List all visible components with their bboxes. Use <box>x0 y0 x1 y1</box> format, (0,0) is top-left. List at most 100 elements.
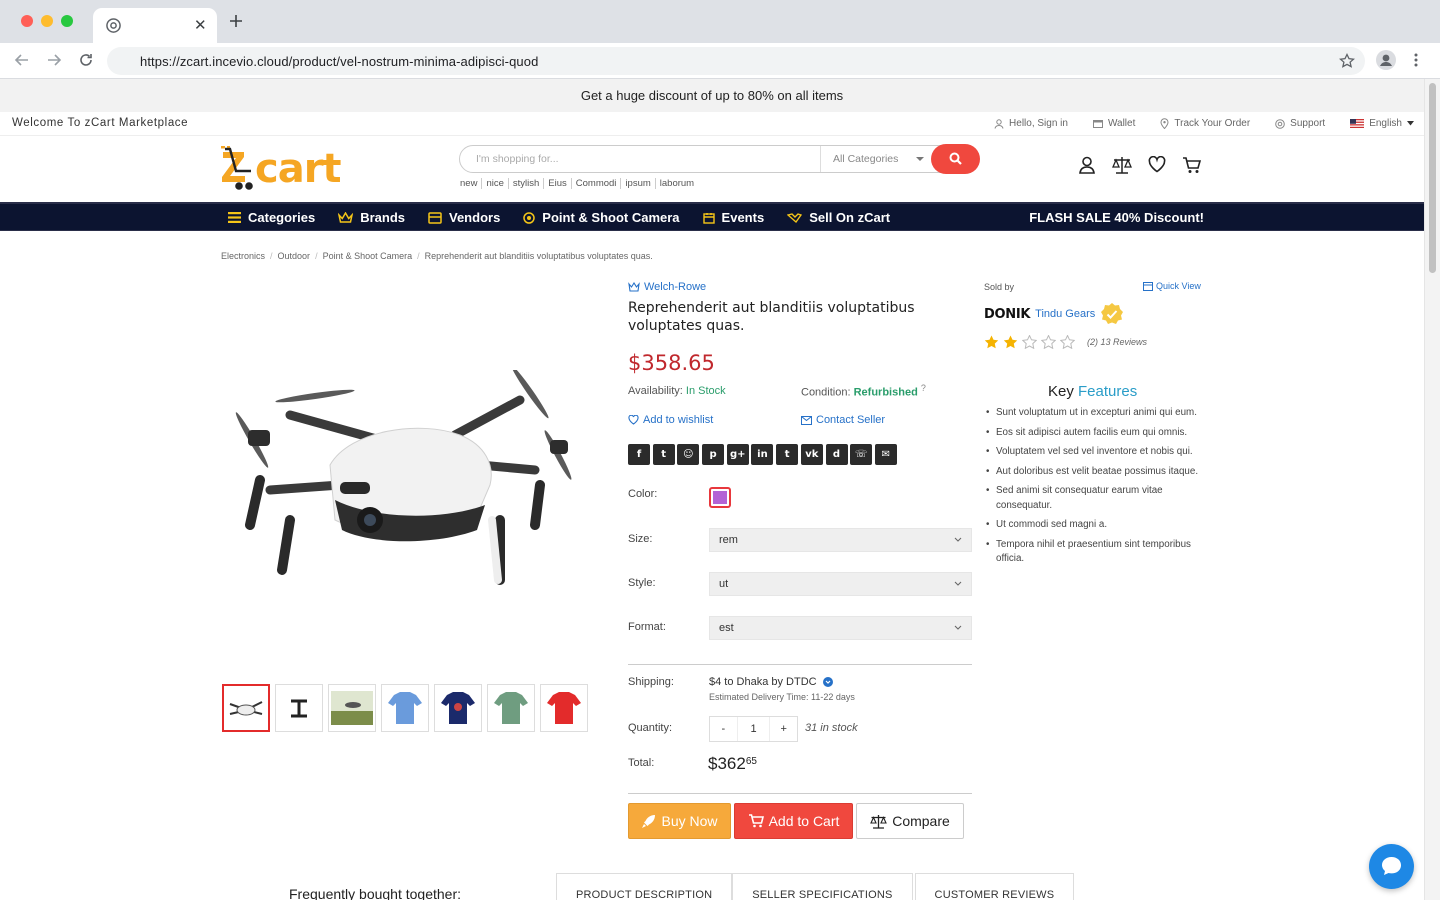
search-tag[interactable]: nice <box>481 178 507 189</box>
compare-icon[interactable] <box>1112 156 1132 174</box>
compare-button[interactable]: Compare <box>856 803 964 839</box>
breadcrumb-item[interactable]: Outdoor <box>278 251 311 261</box>
color-swatch[interactable] <box>709 487 731 508</box>
key-features-title: Key Features <box>1048 383 1138 400</box>
nav-brands[interactable]: Brands <box>338 210 405 225</box>
reddit-icon[interactable]: ☺ <box>677 444 700 465</box>
facebook-icon[interactable]: f <box>628 444 650 465</box>
vk-icon[interactable]: vk <box>800 444 823 465</box>
thumbnail-image[interactable] <box>381 684 429 732</box>
format-select[interactable]: est <box>709 616 972 640</box>
tab-seller-specifications[interactable]: SELLER SPECIFICATIONS <box>732 873 913 900</box>
profile-avatar-icon[interactable] <box>1376 50 1396 70</box>
quantity-increase-button[interactable]: + <box>770 717 797 741</box>
wallet-link[interactable]: Wallet <box>1092 118 1135 129</box>
search-tag[interactable]: laborum <box>654 178 698 189</box>
cart-icon[interactable] <box>1182 156 1201 174</box>
add-to-cart-button[interactable]: Add to Cart <box>734 803 853 839</box>
nav-sell[interactable]: Sell On zCart <box>787 210 890 225</box>
search-tag[interactable]: Eius <box>543 178 570 189</box>
browser-tab[interactable]: ✕ <box>93 8 217 43</box>
signin-link[interactable]: Hello, Sign in <box>994 118 1068 129</box>
maximize-window-button[interactable] <box>61 15 73 27</box>
thumbnail-image[interactable] <box>222 684 270 732</box>
new-tab-icon[interactable] <box>229 14 243 28</box>
product-main-image[interactable] <box>230 370 580 600</box>
track-order-link[interactable]: Track Your Order <box>1160 118 1250 129</box>
category-select[interactable]: All Categories <box>820 146 932 172</box>
flash-sale-link[interactable]: FLASH SALE 40% Discount! <box>1029 210 1204 225</box>
search-tag[interactable]: new <box>459 178 481 189</box>
google-plus-icon[interactable]: g+ <box>726 444 749 465</box>
quantity-decrease-button[interactable]: - <box>710 717 737 741</box>
thumbnail-image[interactable] <box>275 684 323 732</box>
whatsapp-icon[interactable]: ☏ <box>850 444 873 465</box>
bookmark-star-icon[interactable] <box>1339 53 1355 69</box>
tumblr-icon[interactable]: t <box>776 444 799 465</box>
thumbnail-image[interactable] <box>328 684 376 732</box>
digg-icon[interactable]: d <box>825 444 848 465</box>
brand-link[interactable]: Welch-Rowe <box>628 281 706 293</box>
thumbnail-image[interactable] <box>487 684 535 732</box>
breadcrumb-item[interactable]: Electronics <box>221 251 265 261</box>
star-filled-icon <box>1003 335 1018 349</box>
quantity-input[interactable]: 1 <box>736 717 771 741</box>
support-link[interactable]: Support <box>1275 118 1325 129</box>
breadcrumb: Electronics / Outdoor / Point & Shoot Ca… <box>221 251 653 261</box>
us-flag-icon <box>1350 119 1365 128</box>
crown-icon <box>338 211 354 223</box>
thumbnail-image[interactable] <box>540 684 588 732</box>
nav-vendors[interactable]: Vendors <box>428 210 500 225</box>
account-icon[interactable] <box>1078 156 1096 174</box>
heart-icon <box>628 415 639 425</box>
star-empty-icon <box>1041 335 1056 349</box>
close-window-button[interactable] <box>21 15 33 27</box>
language-selector[interactable]: English <box>1350 118 1414 129</box>
camera-icon <box>523 211 536 224</box>
size-select[interactable]: rem <box>709 528 972 552</box>
email-icon[interactable]: ✉ <box>874 444 897 465</box>
add-to-wishlist-link[interactable]: Add to wishlist <box>628 414 713 426</box>
frequently-bought-heading: Frequently bought together: <box>289 886 462 900</box>
chat-button[interactable] <box>1369 844 1414 889</box>
search-button[interactable] <box>931 144 980 174</box>
minimize-window-button[interactable] <box>41 15 53 27</box>
nav-events[interactable]: Events <box>702 210 764 225</box>
chevron-circle-icon <box>822 677 833 687</box>
search-tag[interactable]: stylish <box>507 178 543 189</box>
back-icon[interactable] <box>14 52 30 68</box>
buy-now-button[interactable]: Buy Now <box>628 803 731 839</box>
search-tag[interactable]: ipsum <box>620 178 654 189</box>
feature-item: Sunt voluptatum ut in excepturi animi qu… <box>986 406 1206 421</box>
tab-close-icon[interactable]: ✕ <box>194 16 207 34</box>
heart-icon[interactable] <box>1148 156 1166 173</box>
forward-icon[interactable] <box>46 52 62 68</box>
breadcrumb-item[interactable]: Point & Shoot Camera <box>323 251 413 261</box>
nav-categories[interactable]: Categories <box>228 210 315 225</box>
scrollbar-thumb[interactable] <box>1429 83 1436 273</box>
nav-camera[interactable]: Point & Shoot Camera <box>523 210 680 225</box>
reviews-count[interactable]: (2) 13 Reviews <box>1087 337 1147 347</box>
search-tag[interactable]: Commodi <box>570 178 621 189</box>
zcart-logo[interactable]: cart <box>219 143 359 191</box>
url-field[interactable]: https://zcart.incevio.cloud/product/vel-… <box>107 47 1365 75</box>
style-select[interactable]: ut <box>709 572 972 596</box>
seller-info[interactable]: DONIK Tindu Gears <box>984 302 1124 326</box>
thumbnail-image[interactable] <box>434 684 482 732</box>
quick-view-label: Quick View <box>1156 281 1201 291</box>
delivery-time: Estimated Delivery Time: 11-22 days <box>709 692 855 702</box>
contact-seller-link[interactable]: Contact Seller <box>801 414 885 426</box>
twitter-icon[interactable]: t <box>652 444 675 465</box>
tab-customer-reviews[interactable]: CUSTOMER REVIEWS <box>914 873 1075 900</box>
search-input[interactable] <box>460 146 820 172</box>
condition-help-icon[interactable]: ? <box>921 383 926 393</box>
browser-menu-icon[interactable] <box>1414 53 1418 67</box>
quick-view-link[interactable]: Quick View <box>1143 281 1201 291</box>
page-scrollbar[interactable] <box>1424 79 1440 900</box>
tab-product-description[interactable]: PRODUCT DESCRIPTION <box>556 873 733 900</box>
linkedin-icon[interactable]: in <box>751 444 774 465</box>
reload-icon[interactable] <box>78 52 94 68</box>
nav-label: Sell On zCart <box>809 210 891 225</box>
pinterest-icon[interactable]: p <box>702 444 725 465</box>
shipping-option[interactable]: $4 to Dhaka by DTDC <box>709 676 833 688</box>
